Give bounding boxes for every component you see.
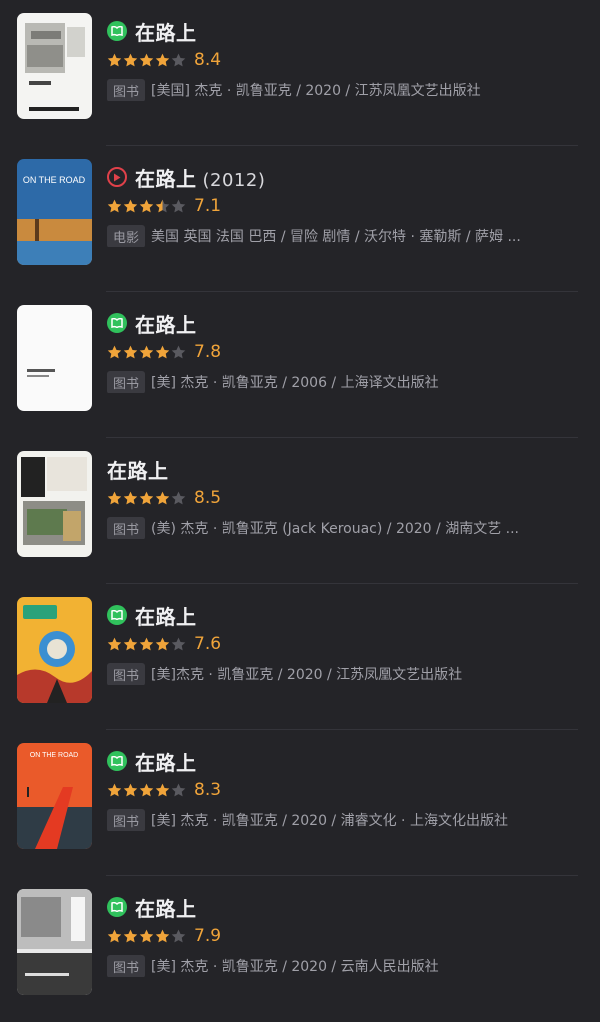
star-rating [107, 929, 186, 943]
book-icon [107, 21, 127, 41]
result-title[interactable]: 在路上 [135, 747, 197, 776]
star-icon [139, 491, 154, 505]
star-icon [155, 345, 170, 359]
star-icon [171, 345, 186, 359]
rating-score: 7.9 [194, 926, 222, 946]
star-icon [139, 929, 154, 943]
play-icon [107, 167, 127, 187]
result-item[interactable]: 在路上 7.8 图书 [美] 杰克 · 凯鲁亚克 / 2006 / 上海译文出版… [0, 292, 600, 438]
star-icon [171, 783, 186, 797]
star-icon [107, 53, 122, 67]
rating-score: 8.4 [194, 50, 222, 70]
star-icon [107, 491, 122, 505]
star-icon [171, 199, 186, 213]
star-rating [107, 345, 186, 359]
book-cover[interactable] [17, 13, 92, 119]
star-rating [107, 199, 186, 213]
result-meta: (美) 杰克 · 凯鲁亚克 (Jack Kerouac) / 2020 / 湖南… [151, 521, 520, 537]
star-icon [123, 637, 138, 651]
result-meta: [美]杰克 · 凯鲁亚克 / 2020 / 江苏凤凰文艺出版社 [151, 667, 463, 683]
result-meta: [美国] 杰克 · 凯鲁亚克 / 2020 / 江苏凤凰文艺出版社 [151, 83, 481, 99]
star-icon [155, 491, 170, 505]
star-icon [139, 199, 154, 213]
star-icon [155, 199, 170, 213]
star-rating [107, 491, 186, 505]
book-cover[interactable] [17, 597, 92, 703]
result-meta: [美] 杰克 · 凯鲁亚克 / 2020 / 云南人民出版社 [151, 959, 439, 975]
category-tag: 图书 [107, 371, 146, 393]
result-meta: [美] 杰克 · 凯鲁亚克 / 2020 / 浦睿文化 · 上海文化出版社 [151, 813, 508, 829]
release-year: (2012) [202, 169, 266, 191]
category-tag: 图书 [107, 809, 146, 831]
rating-score: 8.3 [194, 780, 222, 800]
book-icon [107, 897, 127, 917]
cover-title: ON THE ROAD [30, 752, 79, 759]
book-cover[interactable] [17, 451, 92, 557]
star-icon [123, 929, 138, 943]
category-tag: 图书 [107, 517, 146, 539]
star-icon [139, 637, 154, 651]
star-icon [171, 491, 186, 505]
result-title[interactable]: 在路上 (2012) [135, 163, 265, 192]
category-tag: 图书 [107, 663, 146, 685]
search-results-list: 在路上 8.4 图书 [美国] 杰克 · 凯鲁亚克 / 2020 / 江苏凤凰文… [0, 0, 600, 1015]
star-icon [155, 783, 170, 797]
star-rating [107, 637, 186, 651]
star-icon [107, 929, 122, 943]
star-icon [139, 53, 154, 67]
movie-poster[interactable]: ON THE ROAD [17, 159, 92, 265]
book-icon [107, 751, 127, 771]
category-tag: 电影 [107, 225, 146, 247]
result-title[interactable]: 在路上 [135, 309, 197, 338]
book-icon [107, 313, 127, 333]
book-cover[interactable]: ON THE ROAD [17, 743, 92, 849]
star-icon [107, 637, 122, 651]
star-icon [155, 53, 170, 67]
star-icon [139, 783, 154, 797]
star-icon [171, 53, 186, 67]
star-icon [171, 637, 186, 651]
rating-score: 7.6 [194, 634, 222, 654]
rating-score: 7.1 [194, 196, 222, 216]
star-icon [123, 345, 138, 359]
star-icon [123, 53, 138, 67]
rating-score: 8.5 [194, 488, 222, 508]
category-tag: 图书 [107, 79, 146, 101]
star-icon [155, 929, 170, 943]
rating-score: 7.8 [194, 342, 222, 362]
result-title[interactable]: 在路上 [135, 893, 197, 922]
star-icon [155, 637, 170, 651]
book-cover[interactable] [17, 305, 92, 411]
result-item[interactable]: 在路上 8.4 图书 [美国] 杰克 · 凯鲁亚克 / 2020 / 江苏凤凰文… [0, 0, 600, 146]
result-meta: 美国 英国 法国 巴西 / 冒险 剧情 / 沃尔特 · 塞勒斯 / 萨姆 ... [151, 229, 521, 245]
result-meta: [美] 杰克 · 凯鲁亚克 / 2006 / 上海译文出版社 [151, 375, 439, 391]
result-item[interactable]: ON THE ROAD 在路上 (2012) 7.1 电影 美国 英国 法国 巴西… [0, 146, 600, 292]
book-cover[interactable] [17, 889, 92, 995]
result-title[interactable]: 在路上 [107, 455, 169, 484]
poster-title: ON THE ROAD [23, 175, 86, 185]
result-item[interactable]: 在路上 7.9 图书 [美] 杰克 · 凯鲁亚克 / 2020 / 云南人民出版… [0, 876, 600, 1022]
result-title[interactable]: 在路上 [135, 601, 197, 630]
star-icon [123, 491, 138, 505]
star-icon [107, 783, 122, 797]
result-item[interactable]: 在路上 8.5 图书 (美) 杰克 · 凯鲁亚克 (Jack Kerouac) … [0, 438, 600, 584]
star-icon [171, 929, 186, 943]
star-icon [107, 199, 122, 213]
star-rating [107, 783, 186, 797]
result-item[interactable]: 在路上 7.6 图书 [美]杰克 · 凯鲁亚克 / 2020 / 江苏凤凰文艺出… [0, 584, 600, 730]
book-icon [107, 605, 127, 625]
star-rating [107, 53, 186, 67]
star-icon [123, 199, 138, 213]
star-icon [139, 345, 154, 359]
result-title[interactable]: 在路上 [135, 17, 197, 46]
star-icon [123, 783, 138, 797]
star-icon [107, 345, 122, 359]
category-tag: 图书 [107, 955, 146, 977]
result-item[interactable]: ON THE ROAD 在路上 8.3 图书 [美] 杰克 · 凯鲁亚克 / 2… [0, 730, 600, 876]
